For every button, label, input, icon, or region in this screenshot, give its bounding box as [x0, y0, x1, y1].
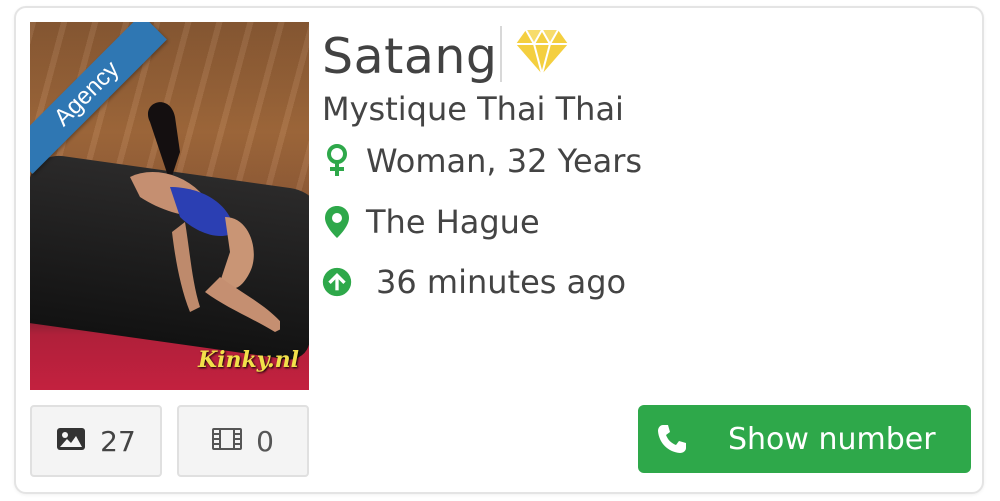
gender-age-row: Woman, 32 Years [322, 142, 642, 180]
map-pin-icon [322, 205, 352, 239]
updated-row: 36 minutes ago [322, 263, 626, 301]
photos-count: 27 [100, 424, 136, 458]
film-icon [212, 425, 243, 458]
title-divider [500, 26, 502, 82]
image-icon [56, 425, 86, 458]
female-icon [322, 144, 352, 178]
photos-count-button[interactable]: 27 [30, 405, 162, 477]
show-number-label: Show number [728, 422, 936, 457]
videos-count: 0 [256, 424, 274, 458]
diamond-icon [516, 28, 568, 76]
phone-icon [656, 423, 688, 463]
gender-age-text: Woman, 32 Years [366, 142, 643, 180]
videos-count-button[interactable]: 0 [177, 405, 309, 477]
photo-figure [130, 102, 280, 332]
location-row: The Hague [322, 203, 540, 241]
profile-photo[interactable]: Agency Kinky.nl [30, 22, 309, 390]
arrow-up-circle-icon [322, 264, 352, 300]
updated-text: 36 minutes ago [376, 263, 627, 301]
location-text: The Hague [366, 203, 540, 241]
agency-name[interactable]: Mystique Thai Thai [322, 90, 624, 128]
photo-watermark: Kinky.nl [198, 347, 299, 373]
show-number-button[interactable]: Show number [638, 405, 971, 473]
profile-name[interactable]: Satang [322, 28, 498, 85]
